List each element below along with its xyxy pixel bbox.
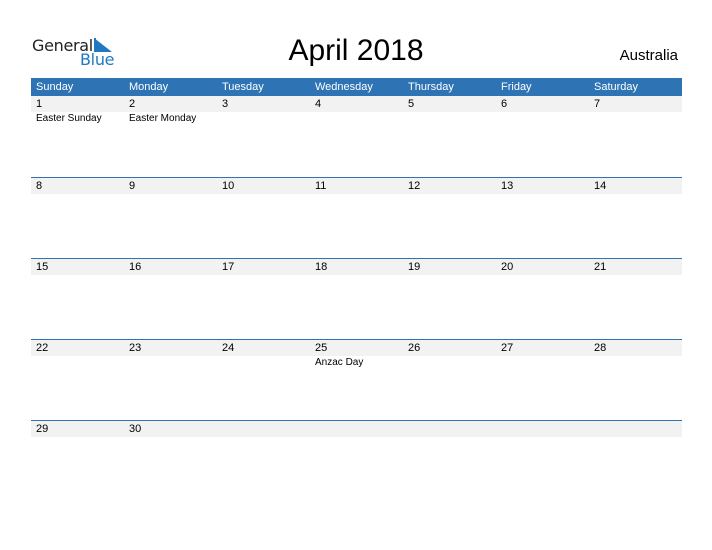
day-cell[interactable]: 2 Easter Monday xyxy=(124,96,217,126)
day-number: 19 xyxy=(403,259,496,275)
day-cell[interactable]: 6 xyxy=(496,96,589,126)
day-cell[interactable]: 18 xyxy=(310,259,403,275)
weekday-thursday: Thursday xyxy=(408,81,454,93)
week-row: 15 16 17 18 19 20 21 xyxy=(31,258,682,339)
week-row: 29 30 xyxy=(31,420,682,501)
day-number: 12 xyxy=(403,178,496,194)
day-cell[interactable] xyxy=(589,421,682,437)
week-row: 22 23 24 25 Anzac Day 26 27 28 xyxy=(31,339,682,420)
day-cell[interactable]: 19 xyxy=(403,259,496,275)
day-number: 1 xyxy=(31,96,124,112)
holiday-label: Easter Sunday xyxy=(36,113,102,124)
day-cell[interactable] xyxy=(217,421,310,437)
day-number: 16 xyxy=(124,259,217,275)
day-number xyxy=(217,421,310,437)
week-row: 1 Easter Sunday 2 Easter Monday 3 4 5 6 7 xyxy=(31,96,682,177)
day-number: 3 xyxy=(217,96,310,112)
day-cell[interactable]: 1 Easter Sunday xyxy=(31,96,124,126)
day-cell[interactable]: 23 xyxy=(124,340,217,370)
day-cell[interactable]: 29 xyxy=(31,421,124,437)
day-number: 13 xyxy=(496,178,589,194)
day-number: 2 xyxy=(124,96,217,112)
day-number: 6 xyxy=(496,96,589,112)
day-number: 4 xyxy=(310,96,403,112)
day-cell[interactable]: 15 xyxy=(31,259,124,275)
day-cell[interactable]: 10 xyxy=(217,178,310,194)
day-cell[interactable]: 4 xyxy=(310,96,403,126)
day-cell[interactable]: 24 xyxy=(217,340,310,370)
day-cell[interactable]: 21 xyxy=(589,259,682,275)
day-cell[interactable] xyxy=(496,421,589,437)
day-cell[interactable] xyxy=(310,421,403,437)
day-number: 9 xyxy=(124,178,217,194)
day-number: 21 xyxy=(589,259,682,275)
day-number: 29 xyxy=(31,421,124,437)
holiday-label: Easter Monday xyxy=(129,113,197,124)
day-cell[interactable]: 5 xyxy=(403,96,496,126)
day-number xyxy=(589,421,682,437)
day-number: 24 xyxy=(217,340,310,356)
day-number xyxy=(310,421,403,437)
day-number: 17 xyxy=(217,259,310,275)
page-title: April 2018 xyxy=(288,34,424,67)
day-number: 15 xyxy=(31,259,124,275)
weekday-tuesday: Tuesday xyxy=(222,81,264,93)
day-cell[interactable]: 28 xyxy=(589,340,682,370)
day-cell[interactable]: 3 xyxy=(217,96,310,126)
week-row: 8 9 10 11 12 13 14 xyxy=(31,177,682,258)
day-number: 5 xyxy=(403,96,496,112)
day-number: 7 xyxy=(589,96,682,112)
day-cell[interactable]: 27 xyxy=(496,340,589,370)
day-number: 27 xyxy=(496,340,589,356)
day-number: 26 xyxy=(403,340,496,356)
day-cell[interactable]: 14 xyxy=(589,178,682,194)
weekday-monday: Monday xyxy=(129,81,169,93)
day-cell[interactable]: 12 xyxy=(403,178,496,194)
day-cell[interactable]: 9 xyxy=(124,178,217,194)
day-cell[interactable]: 11 xyxy=(310,178,403,194)
weekday-saturday: Saturday xyxy=(594,81,639,93)
weekday-header: Sunday Monday Tuesday Wednesday Thursday… xyxy=(31,78,682,96)
day-cell[interactable]: 7 xyxy=(589,96,682,126)
day-number: 18 xyxy=(310,259,403,275)
day-number: 8 xyxy=(31,178,124,194)
day-number xyxy=(496,421,589,437)
day-number: 14 xyxy=(589,178,682,194)
holiday-label: Anzac Day xyxy=(315,357,364,368)
day-number: 30 xyxy=(124,421,217,437)
weekday-wednesday: Wednesday xyxy=(315,81,373,93)
day-cell[interactable]: 16 xyxy=(124,259,217,275)
weekday-sunday: Sunday xyxy=(36,81,74,93)
calendar-grid: Sunday Monday Tuesday Wednesday Thursday… xyxy=(31,78,682,501)
day-number: 10 xyxy=(217,178,310,194)
country-label: Australia xyxy=(619,47,678,64)
day-cell[interactable]: 22 xyxy=(31,340,124,370)
day-number: 20 xyxy=(496,259,589,275)
day-number: 22 xyxy=(31,340,124,356)
day-number: 23 xyxy=(124,340,217,356)
day-cell[interactable]: 13 xyxy=(496,178,589,194)
day-cell[interactable]: 17 xyxy=(217,259,310,275)
day-number: 11 xyxy=(310,178,403,194)
day-cell[interactable]: 30 xyxy=(124,421,217,437)
day-number xyxy=(403,421,496,437)
day-cell[interactable]: 8 xyxy=(31,178,124,194)
day-cell[interactable] xyxy=(403,421,496,437)
day-cell[interactable]: 26 xyxy=(403,340,496,370)
day-cell[interactable]: 20 xyxy=(496,259,589,275)
day-cell[interactable]: 25 Anzac Day xyxy=(310,340,403,370)
day-number: 28 xyxy=(589,340,682,356)
weekday-friday: Friday xyxy=(501,81,532,93)
day-number: 25 xyxy=(310,340,403,356)
